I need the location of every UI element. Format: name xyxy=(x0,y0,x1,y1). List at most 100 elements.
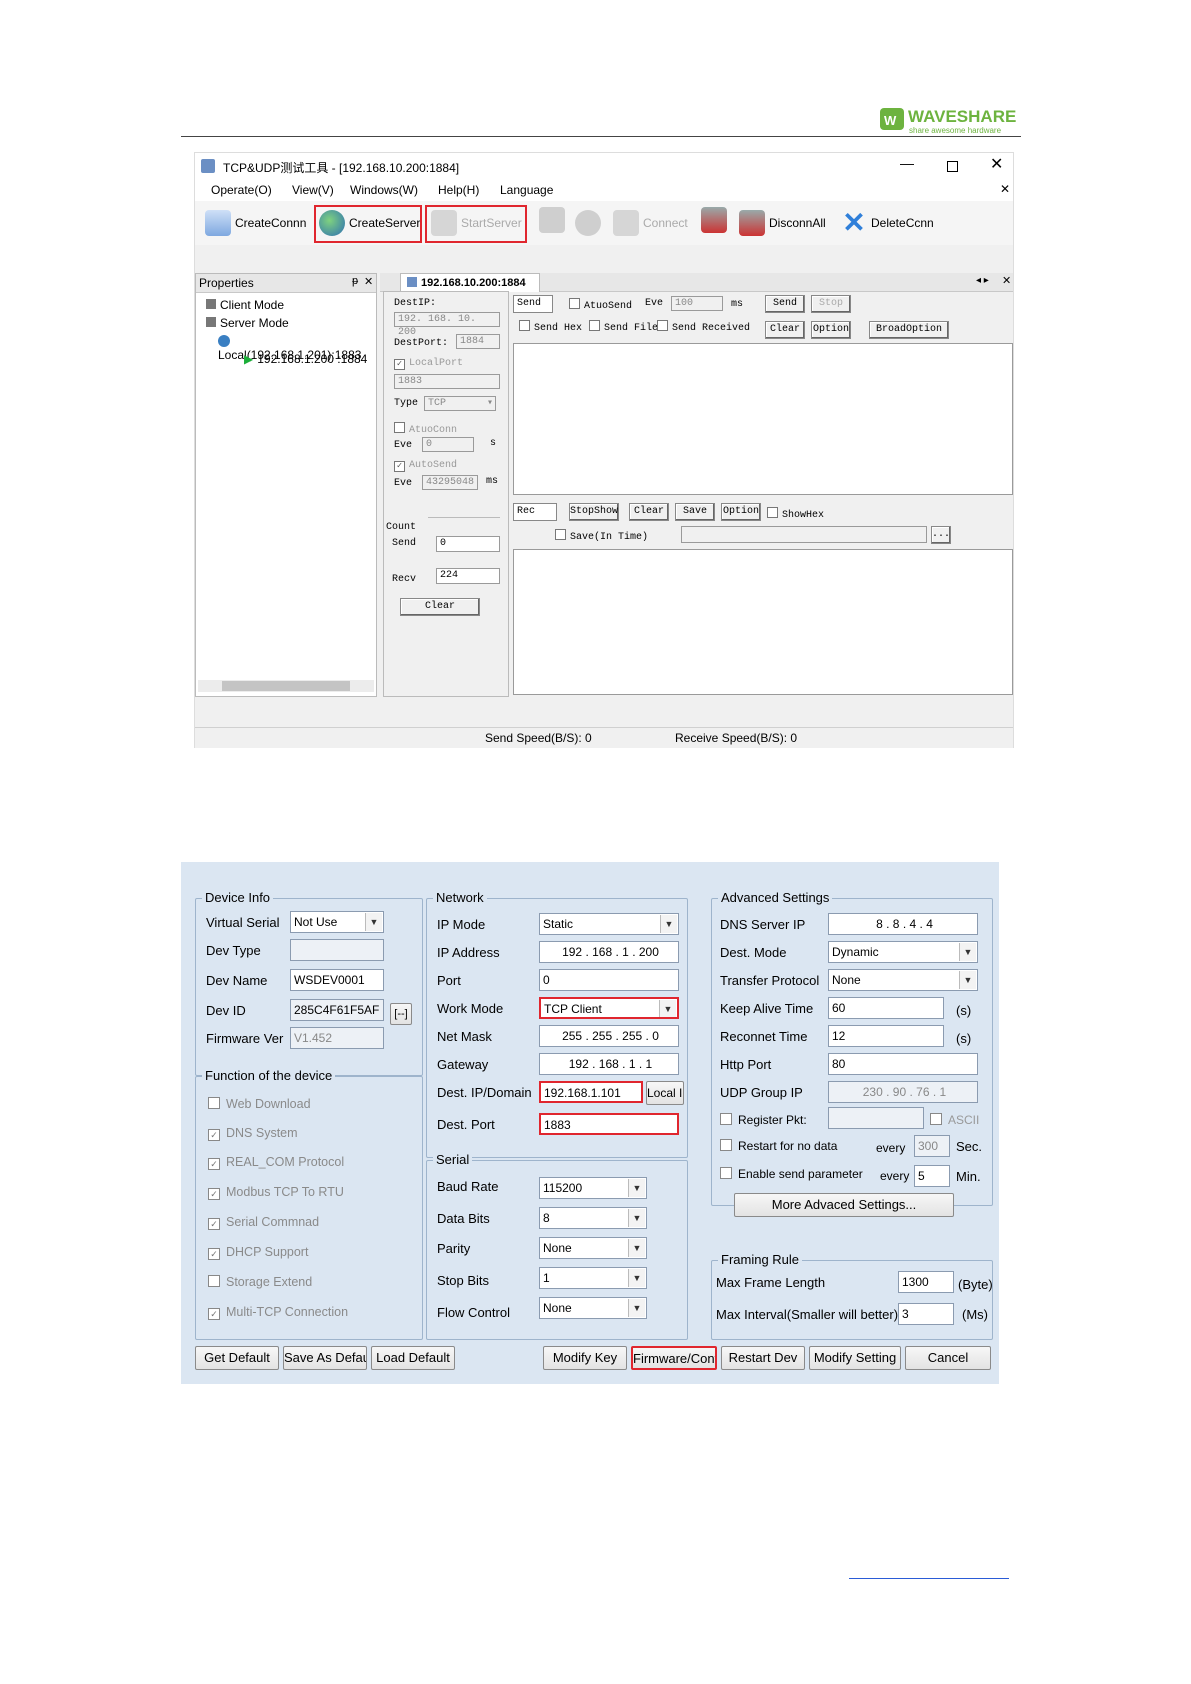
enable-send-interval-field[interactable]: 5 xyxy=(914,1165,950,1187)
dest-port-field[interactable]: 1884 xyxy=(456,334,500,349)
recv-save-button[interactable]: Save xyxy=(675,503,715,521)
browse-button[interactable]: ... xyxy=(931,526,951,544)
restart-interval-field[interactable]: 300 xyxy=(914,1135,950,1157)
more-advanced-settings-button[interactable]: More Advaced Settings... xyxy=(734,1193,954,1217)
max-interval-field[interactable]: 3 xyxy=(898,1303,954,1325)
tab-left-icon[interactable]: ◂ ▸ xyxy=(976,275,989,286)
register-pkt-checkbox[interactable]: Register Pkt: xyxy=(720,1113,807,1127)
broad-option-button[interactable]: BroadOption xyxy=(869,321,949,339)
keep-alive-field[interactable]: 60 xyxy=(828,997,944,1019)
auto-conn-check[interactable]: AtuoConn xyxy=(394,422,457,436)
dev-id-button[interactable]: [--] xyxy=(390,1003,412,1025)
recv-count-field[interactable]: 224 xyxy=(436,568,500,584)
parity-select[interactable]: None ▼ xyxy=(539,1237,647,1259)
minimize-icon[interactable]: — xyxy=(900,155,914,171)
send-textarea[interactable] xyxy=(513,343,1013,495)
eve-field[interactable]: 0 xyxy=(422,437,474,452)
dev-name-field[interactable]: WSDEV0001 xyxy=(290,969,384,991)
local-port-check[interactable]: ✓ LocalPort xyxy=(394,358,463,370)
ip-address-field[interactable]: 192 . 168 . 1 . 200 xyxy=(539,941,679,963)
dns-field[interactable]: 8 . 8 . 4 . 4 xyxy=(828,913,978,935)
menu-help[interactable]: Help(H) xyxy=(438,183,479,197)
create-conn-button[interactable]: CreateConnn xyxy=(205,207,306,239)
max-frame-field[interactable]: 1300 xyxy=(898,1271,954,1293)
panel-close-icon[interactable]: ✕ xyxy=(364,275,373,288)
modify-key-button[interactable]: Modify Key xyxy=(543,1346,627,1370)
tree-conn-node[interactable]: ▶ 192.168.1.200 :1884 xyxy=(244,352,367,366)
flow-control-select[interactable]: None ▼ xyxy=(539,1297,647,1319)
local-port-field[interactable]: 1883 xyxy=(394,374,500,389)
restart-dev-button[interactable]: Restart Dev xyxy=(721,1346,805,1370)
tree-client-mode[interactable]: Client Mode xyxy=(206,298,284,312)
menu-view[interactable]: View(V) xyxy=(292,183,334,197)
gateway-field[interactable]: 192 . 168 . 1 . 1 xyxy=(539,1053,679,1075)
menu-close-icon[interactable]: ✕ xyxy=(1000,182,1010,196)
load-default-button[interactable]: Load Default xyxy=(371,1346,455,1370)
send-button[interactable]: Send xyxy=(765,295,805,313)
delete-conn-button[interactable]: ✕ DeleteCcnn xyxy=(841,207,933,239)
transfer-select[interactable]: None ▼ xyxy=(828,969,978,991)
close-icon[interactable]: ✕ xyxy=(990,154,1003,174)
send-clear-button[interactable]: Clear xyxy=(765,321,805,339)
auto-send-check[interactable]: ✓ AutoSend xyxy=(394,460,457,472)
send-eve-field[interactable]: 100 xyxy=(671,296,723,311)
firmware-field[interactable]: V1.452 xyxy=(290,1027,384,1049)
tab-close-icon[interactable]: ✕ xyxy=(1002,274,1011,287)
tab-connection[interactable]: 192.168.10.200:1884 xyxy=(400,273,540,292)
dest-ip-domain-field[interactable]: 192.168.1.101 xyxy=(539,1081,643,1103)
virtual-serial-select[interactable]: Not Use ▼ xyxy=(290,911,384,933)
save-in-time-checkbox[interactable]: Save(In Time) xyxy=(555,529,648,543)
horizontal-scrollbar[interactable] xyxy=(198,680,374,692)
show-hex-checkbox[interactable]: ShowHex xyxy=(767,507,824,521)
menu-operate[interactable]: Operate(O) xyxy=(211,183,272,197)
maximize-icon[interactable] xyxy=(947,161,958,172)
recv-option-button[interactable]: Option xyxy=(721,503,761,521)
cancel-button[interactable]: Cancel xyxy=(905,1346,991,1370)
send-count-field[interactable]: 0 xyxy=(436,536,500,552)
dev-id-field[interactable]: 285C4F61F5AF xyxy=(290,999,384,1021)
auto-send-checkbox[interactable]: AtuoSend xyxy=(569,298,632,312)
send-received-checkbox[interactable]: Send Received xyxy=(657,320,750,334)
port-field[interactable]: 0 xyxy=(539,969,679,991)
ip-mode-select[interactable]: Static ▼ xyxy=(539,913,679,935)
http-port-field[interactable]: 80 xyxy=(828,1053,978,1075)
send-hex-checkbox[interactable]: Send Hex xyxy=(519,320,582,334)
baud-rate-select[interactable]: 115200 ▼ xyxy=(539,1177,647,1199)
local-ip-button[interactable]: Local IP xyxy=(646,1081,684,1105)
connect-button[interactable]: Connect xyxy=(613,207,688,239)
receive-textarea[interactable] xyxy=(513,549,1013,695)
ascii-checkbox[interactable]: ASCII xyxy=(930,1113,979,1127)
dest-mode-select[interactable]: Dynamic ▼ xyxy=(828,941,978,963)
udp-group-field[interactable]: 230 . 90 . 76 . 1 xyxy=(828,1081,978,1103)
type-select[interactable]: TCP ▾ xyxy=(424,396,496,411)
send-option-button[interactable]: Option xyxy=(811,321,851,339)
tree-server-mode[interactable]: Server Mode xyxy=(206,316,289,330)
recv-clear-button[interactable]: Clear xyxy=(629,503,669,521)
reconnect-field[interactable]: 12 xyxy=(828,1025,944,1047)
save-as-default-button[interactable]: Save As Default xyxy=(283,1346,367,1370)
net-mask-field[interactable]: 255 . 255 . 255 . 0 xyxy=(539,1025,679,1047)
get-default-button[interactable]: Get Default xyxy=(195,1346,279,1370)
stop-show-button[interactable]: StopShow xyxy=(569,503,619,521)
clear-count-button[interactable]: Clear xyxy=(400,598,480,616)
menu-windows[interactable]: Windows(W) xyxy=(350,183,418,197)
firmware-config-button[interactable]: Firmware/Config xyxy=(631,1346,717,1370)
save-path-field[interactable] xyxy=(681,526,927,543)
disconnect-icon[interactable] xyxy=(701,207,727,233)
stop-server-icon[interactable] xyxy=(539,207,565,233)
send-file-checkbox[interactable]: Send File xyxy=(589,320,658,334)
stop-button[interactable]: Stop xyxy=(811,295,851,313)
scrollbar-thumb[interactable] xyxy=(222,681,350,691)
eve2-field[interactable]: 43295048 xyxy=(422,475,478,490)
dev-type-field[interactable] xyxy=(290,939,384,961)
footer-link-underline[interactable] xyxy=(849,1578,1009,1579)
dest-ip-field[interactable]: 192. 168. 10. 200 xyxy=(394,312,500,338)
dest-port-field-2[interactable]: 1883 xyxy=(539,1113,679,1135)
pin-icon[interactable]: ᵽ xyxy=(352,275,358,287)
disconn-all-button[interactable]: DisconnAll xyxy=(739,207,826,239)
close-server-icon[interactable] xyxy=(575,210,601,236)
menu-language[interactable]: Language xyxy=(500,183,553,197)
stop-bits-select[interactable]: 1 ▼ xyxy=(539,1267,647,1289)
register-pkt-field[interactable] xyxy=(828,1107,924,1129)
data-bits-select[interactable]: 8 ▼ xyxy=(539,1207,647,1229)
